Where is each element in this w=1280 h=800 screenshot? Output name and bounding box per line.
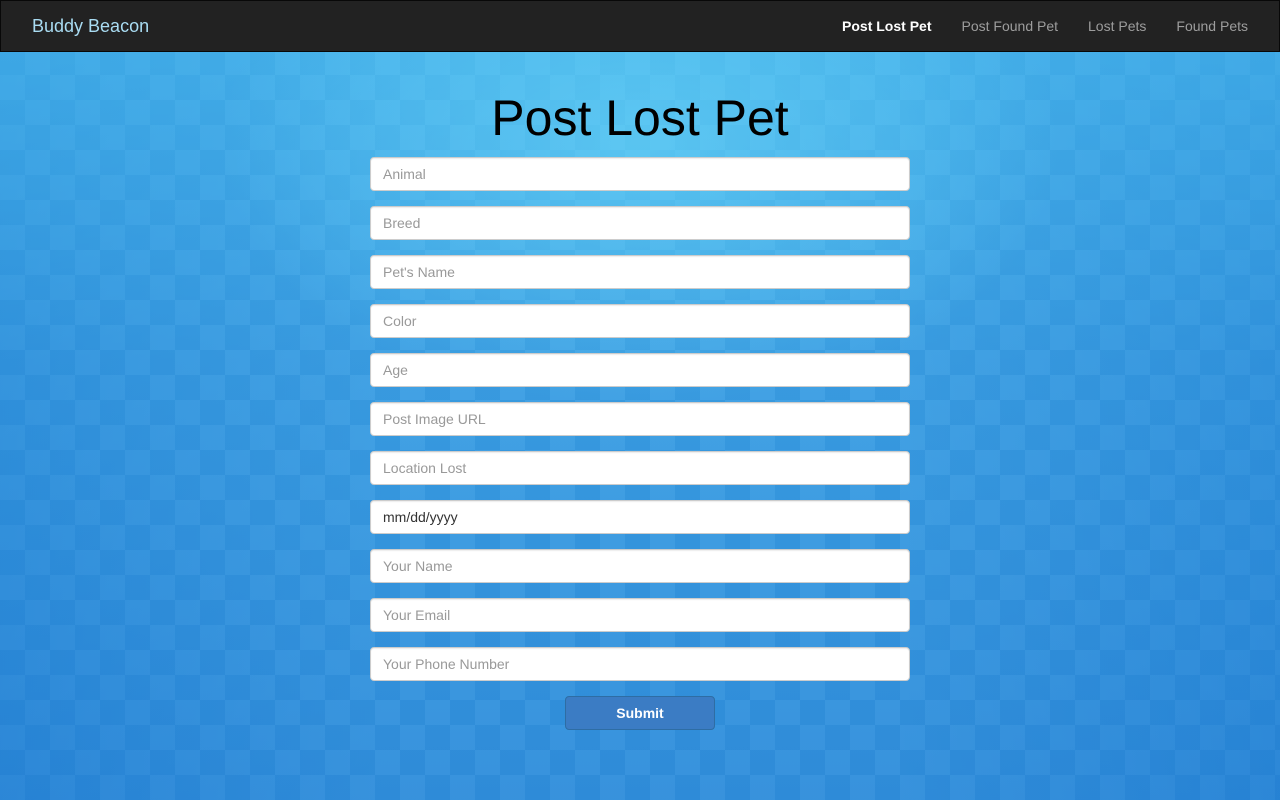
- nav-link-found-pets[interactable]: Found Pets: [1161, 1, 1263, 51]
- animal-input[interactable]: [370, 157, 910, 191]
- nav-item-post-found-pet: Post Found Pet: [947, 1, 1074, 51]
- nav-item-found-pets: Found Pets: [1161, 1, 1263, 51]
- your-phone-input[interactable]: [370, 647, 910, 681]
- image-url-input[interactable]: [370, 402, 910, 436]
- nav-link-lost-pets[interactable]: Lost Pets: [1073, 1, 1161, 51]
- date-lost-display: mm/dd/yyyy: [383, 509, 458, 525]
- color-input[interactable]: [370, 304, 910, 338]
- post-lost-pet-form: mm/dd/yyyy Submit: [370, 157, 910, 730]
- your-email-input[interactable]: [370, 598, 910, 632]
- nav-menu: Post Lost Pet Post Found Pet Lost Pets F…: [827, 1, 1263, 51]
- nav-link-post-lost-pet[interactable]: Post Lost Pet: [827, 1, 946, 51]
- breed-input[interactable]: [370, 206, 910, 240]
- submit-button[interactable]: Submit: [565, 696, 715, 730]
- page-title: Post Lost Pet: [491, 90, 789, 146]
- nav-item-post-lost-pet: Post Lost Pet: [827, 1, 946, 51]
- nav-link-post-found-pet[interactable]: Post Found Pet: [947, 1, 1074, 51]
- brand-link[interactable]: Buddy Beacon: [32, 16, 149, 36]
- location-lost-input[interactable]: [370, 451, 910, 485]
- top-navbar: Buddy Beacon Post Lost Pet Post Found Pe…: [0, 0, 1280, 52]
- your-name-input[interactable]: [370, 549, 910, 583]
- nav-item-lost-pets: Lost Pets: [1073, 1, 1161, 51]
- pet-name-input[interactable]: [370, 255, 910, 289]
- date-lost-input[interactable]: mm/dd/yyyy: [370, 500, 910, 534]
- age-input[interactable]: [370, 353, 910, 387]
